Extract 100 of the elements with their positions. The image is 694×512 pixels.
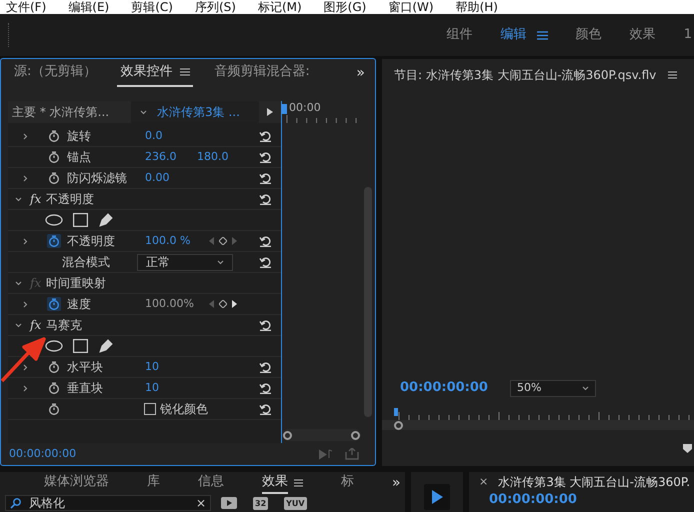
rectangle-mask-icon[interactable] xyxy=(73,213,88,227)
workspace-tab[interactable]: 效果 xyxy=(630,25,656,45)
overflow-button[interactable]: » xyxy=(356,59,365,87)
chevron-icon[interactable] xyxy=(22,174,29,182)
param-value[interactable]: 180.0 xyxy=(197,148,249,166)
param-value[interactable]: 10 xyxy=(145,358,197,376)
menu-item[interactable]: 编辑(E) xyxy=(68,0,110,14)
param-label: 锚点 xyxy=(67,149,92,166)
reset-icon[interactable] xyxy=(259,403,272,415)
workspace-tab[interactable]: 组件 xyxy=(446,25,473,45)
chevron-icon[interactable] xyxy=(140,108,147,116)
chevron-icon[interactable] xyxy=(15,280,22,286)
panel-tab[interactable]: 库 xyxy=(147,472,160,494)
add-keyframe-icon[interactable] xyxy=(219,300,227,308)
reset-icon[interactable] xyxy=(259,193,272,205)
overflow-button[interactable]: » xyxy=(392,472,401,494)
effect-section-row[interactable]: fx 不透明度 xyxy=(8,189,281,210)
stopwatch-icon[interactable] xyxy=(47,360,61,374)
panel-tab[interactable]: 标 xyxy=(341,472,354,494)
panel-tab[interactable]: 媒体浏览器 xyxy=(44,472,109,494)
stopwatch-icon[interactable] xyxy=(47,171,61,185)
workspace-tab[interactable]: 1 xyxy=(684,25,692,45)
chevron-icon[interactable] xyxy=(22,364,29,370)
workspace-tab[interactable]: 颜色 xyxy=(576,25,602,45)
reset-icon[interactable] xyxy=(259,361,272,373)
menu-item[interactable]: 图形(G) xyxy=(324,0,366,14)
panel-tab[interactable]: 源:（无剪辑） xyxy=(11,59,100,87)
menu-item[interactable]: 剪辑(C) xyxy=(131,0,173,14)
menu-icon[interactable] xyxy=(294,479,303,487)
stopwatch-icon[interactable] xyxy=(47,150,61,164)
menu-item[interactable]: 窗口(W) xyxy=(388,0,434,14)
next-keyframe-icon[interactable] xyxy=(232,300,237,308)
reset-icon[interactable] xyxy=(259,235,272,247)
chevron-icon[interactable] xyxy=(217,258,224,266)
param-value[interactable]: 100.0 % xyxy=(145,232,197,250)
sequence-clip-dropdown[interactable]: 水浒传第3集 ... xyxy=(131,101,259,123)
menu-icon[interactable] xyxy=(668,70,678,78)
reset-icon[interactable] xyxy=(259,319,272,331)
timeline-tab[interactable]: 水浒传第3集 大闹五台山-流畅360P. xyxy=(498,473,690,491)
sharpen-colors-checkbox[interactable] xyxy=(144,403,156,415)
clear-button[interactable]: × xyxy=(196,494,206,512)
grip-handle[interactable] xyxy=(8,23,11,47)
menu-icon[interactable] xyxy=(180,68,190,76)
chevron-icon[interactable] xyxy=(15,196,22,202)
blend-mode-dropdown[interactable]: 正常 xyxy=(137,254,233,270)
close-tab-button[interactable]: × xyxy=(479,474,488,490)
param-value[interactable]: 100.00% xyxy=(145,296,197,312)
menu-item[interactable]: 标记(M) xyxy=(258,0,302,14)
menu-icon[interactable] xyxy=(536,30,548,40)
menu-item[interactable]: 帮助(H) xyxy=(456,0,498,14)
param-value[interactable]: 236.0 xyxy=(145,148,197,166)
workspace-tab[interactable]: 编辑 xyxy=(500,25,527,45)
stopwatch-toggle-icon[interactable] xyxy=(47,234,61,248)
ellipse-mask-icon[interactable] xyxy=(45,340,63,352)
panel-tab[interactable]: 效果控件 xyxy=(117,59,194,87)
play-icon[interactable] xyxy=(267,108,273,116)
chevron-icon[interactable] xyxy=(22,132,29,140)
param-value[interactable]: 10 xyxy=(145,380,197,396)
menu-item[interactable]: 序列(S) xyxy=(194,0,236,14)
pen-tool-icon[interactable] xyxy=(98,338,114,354)
reset-icon[interactable] xyxy=(259,382,272,394)
param-value[interactable]: 0.0 xyxy=(145,128,197,144)
filter-badge[interactable]: 32 xyxy=(253,496,268,510)
chevron-icon[interactable] xyxy=(22,384,29,392)
stopwatch-icon[interactable] xyxy=(47,381,61,395)
reset-icon[interactable] xyxy=(259,256,272,268)
selection-tool-button[interactable] xyxy=(424,484,450,510)
accelerated-effects-icon[interactable] xyxy=(221,497,237,509)
menu-item[interactable]: 文件(F) xyxy=(6,0,46,14)
timeline-timecode[interactable]: 00:00:00:00 xyxy=(479,492,694,508)
reset-icon[interactable] xyxy=(259,151,272,163)
chevron-icon[interactable] xyxy=(22,300,29,308)
program-timecode[interactable]: 00:00:00:00 xyxy=(400,378,488,398)
reset-icon[interactable] xyxy=(259,172,272,184)
current-timecode[interactable]: 00:00:00:00 xyxy=(9,446,76,462)
marker-icon[interactable] xyxy=(683,444,692,452)
zoom-handle[interactable] xyxy=(394,420,403,430)
stopwatch-icon[interactable] xyxy=(47,129,61,143)
chevron-icon[interactable] xyxy=(22,238,29,244)
add-keyframe-icon[interactable] xyxy=(219,237,227,245)
stopwatch-icon[interactable] xyxy=(47,402,61,416)
param-value[interactable]: 0.00 xyxy=(145,170,197,186)
zoom-dropdown[interactable]: 50% xyxy=(510,380,596,396)
search-field[interactable]: 风格化 × xyxy=(5,495,211,511)
reset-icon[interactable] xyxy=(259,130,272,142)
effect-section-row[interactable]: fx 马赛克 xyxy=(8,315,281,336)
chevron-icon[interactable] xyxy=(15,322,22,328)
panel-tab[interactable]: 效果 xyxy=(262,472,288,494)
zoom-handle[interactable] xyxy=(351,430,360,440)
filter-badge[interactable]: YUV xyxy=(284,496,307,510)
panel-tab[interactable]: 信息 xyxy=(198,472,224,494)
pen-tool-icon[interactable] xyxy=(98,212,114,228)
panel-tab[interactable]: 音频剪辑混合器: xyxy=(211,59,313,87)
chevron-icon[interactable] xyxy=(582,384,589,392)
fx-toggle[interactable]: fx xyxy=(30,190,42,208)
ellipse-mask-icon[interactable] xyxy=(45,214,63,226)
stopwatch-toggle-icon[interactable] xyxy=(47,297,61,311)
fx-toggle[interactable]: fx xyxy=(30,316,42,334)
zoom-handle[interactable] xyxy=(283,430,292,440)
rectangle-mask-icon[interactable] xyxy=(73,339,88,353)
